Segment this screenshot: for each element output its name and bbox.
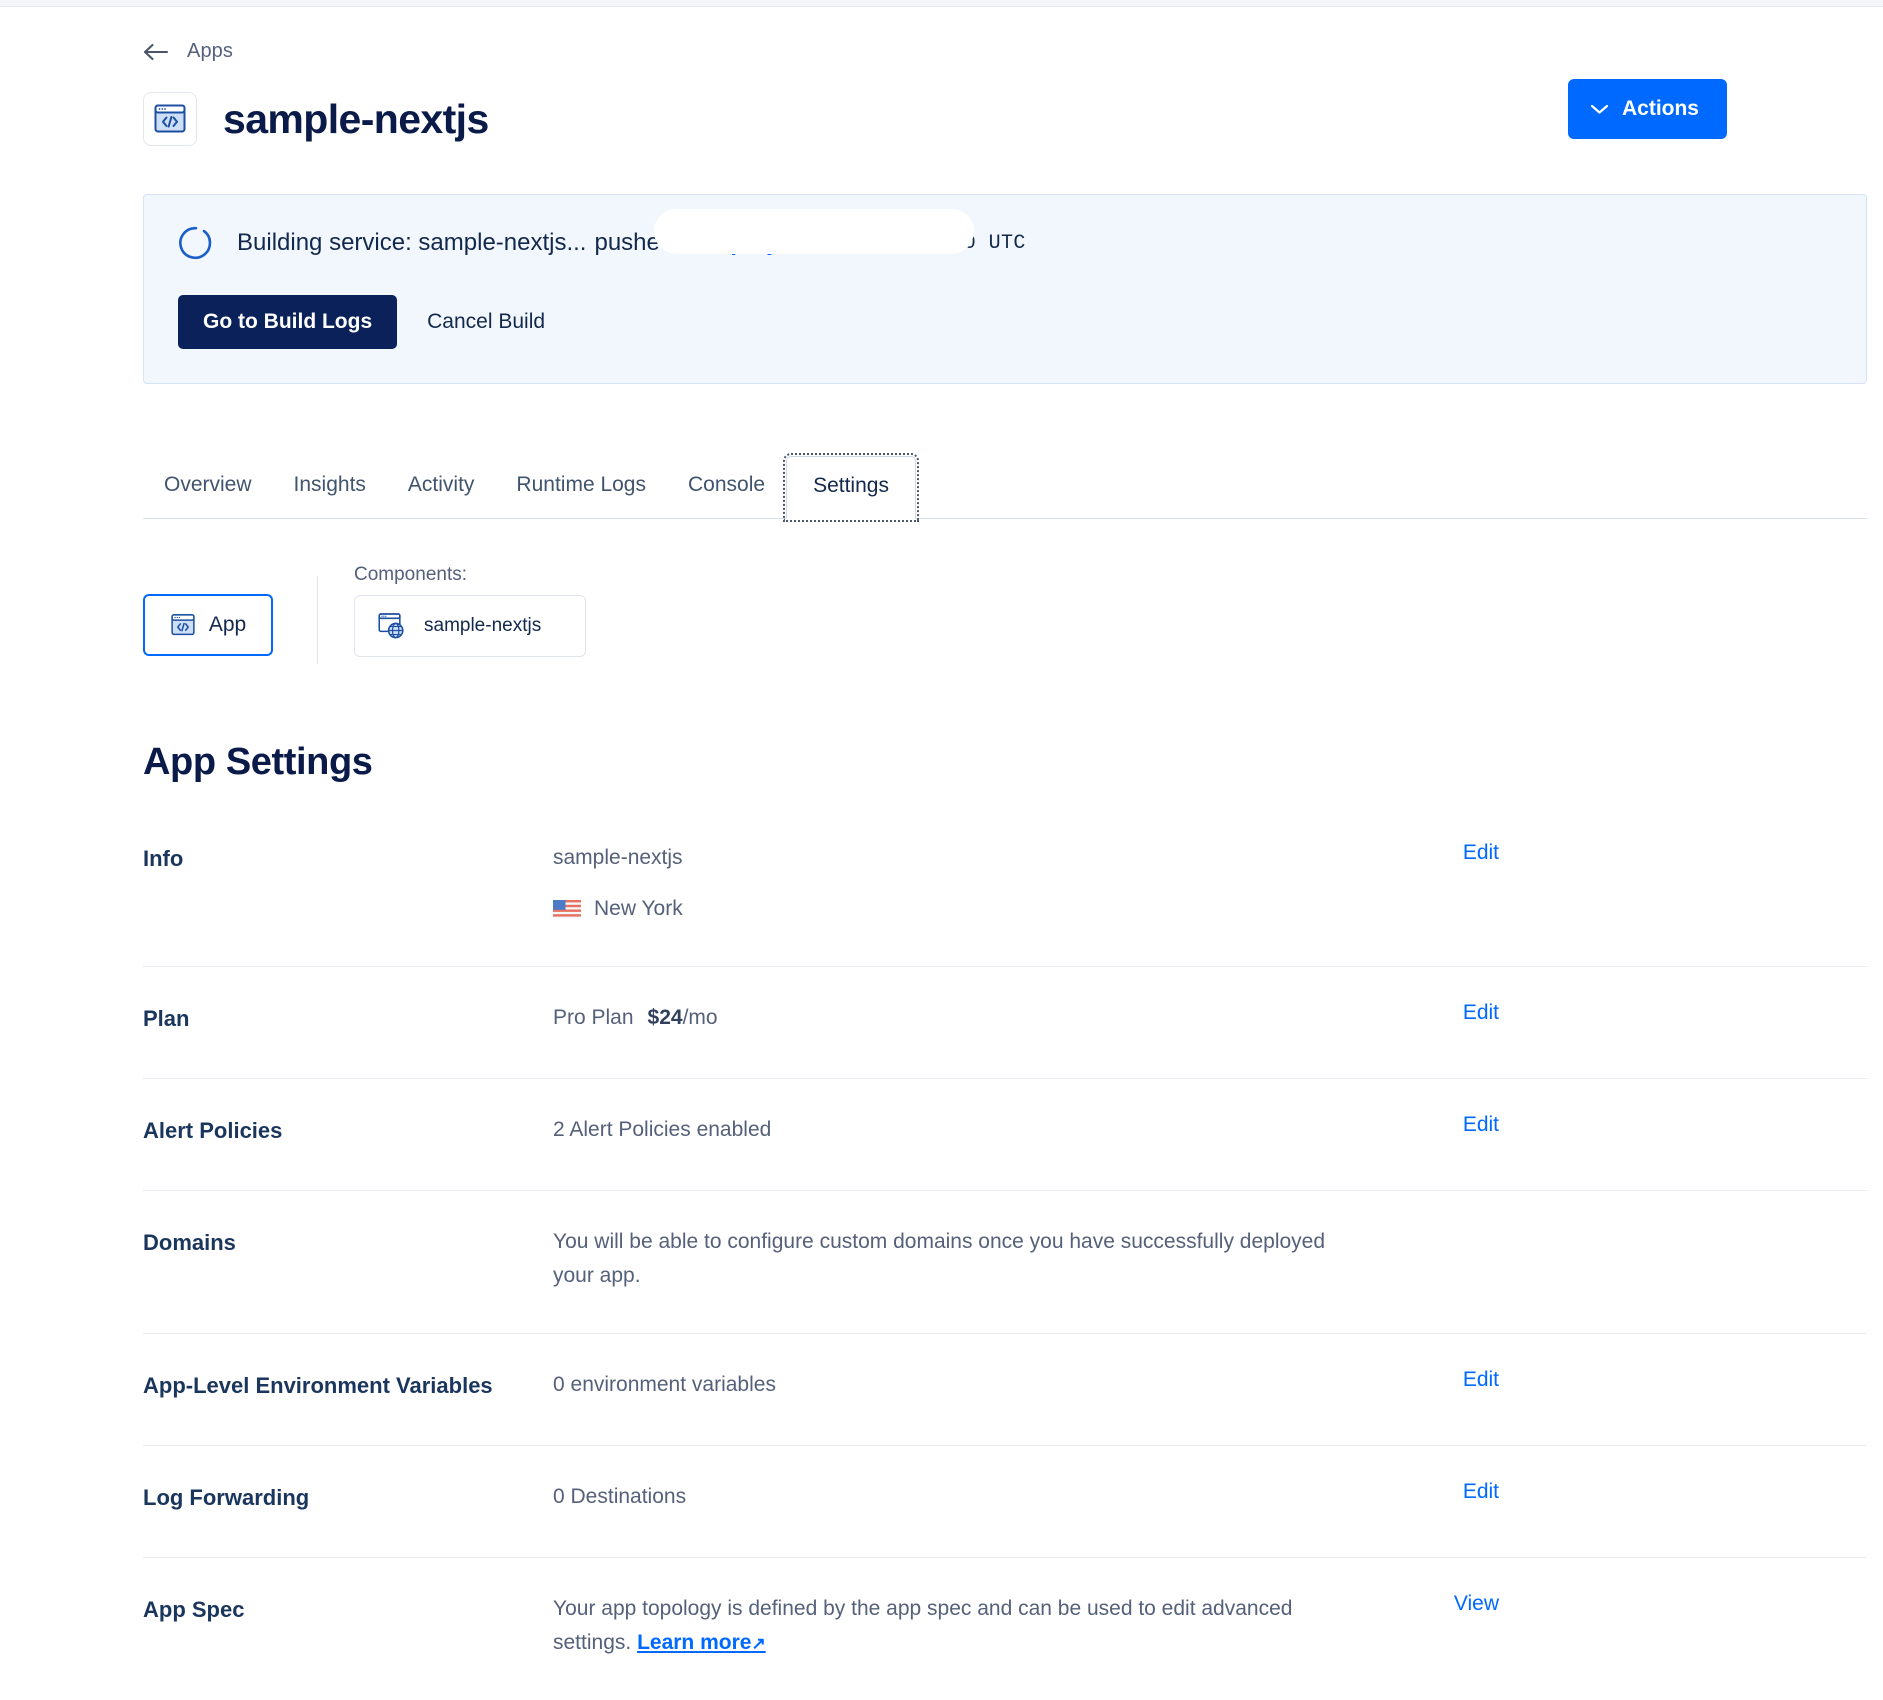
settings-row-label: Log Forwarding — [143, 1485, 310, 1511]
edit-alert-policies-link[interactable]: Edit — [1463, 1113, 1499, 1136]
external-link-icon: ↗ — [751, 1634, 766, 1654]
window-top-strip — [0, 0, 1883, 7]
learn-more-link[interactable]: Learn more↗ — [637, 1631, 766, 1654]
page-root: Apps sample-nextjs Actions Building serv… — [0, 7, 1883, 1700]
plan-period: /mo — [682, 1006, 718, 1030]
build-status-banner: Building service: sample-nextjs... pushe… — [143, 194, 1867, 384]
settings-row-label: App Spec — [143, 1597, 245, 1623]
cancel-build-button[interactable]: Cancel Build — [427, 310, 545, 334]
settings-row-info: Info sample-nextjs New York Edit — [143, 819, 1867, 966]
settings-row-label: App-Level Environment Variables — [143, 1373, 493, 1399]
settings-list: Info sample-nextjs New York Edit Plan Pr… — [143, 819, 1867, 1700]
edit-log-forwarding-link[interactable]: Edit — [1463, 1480, 1499, 1503]
settings-section-title: App Settings — [143, 741, 373, 783]
app-scope-label: App — [208, 613, 247, 636]
arrow-left-icon — [143, 43, 169, 60]
settings-row-value: Pro Plan $24/mo — [553, 1001, 1353, 1038]
tab-insights[interactable]: Insights — [273, 473, 387, 518]
info-region-label: New York — [594, 897, 683, 921]
tab-settings[interactable]: Settings — [783, 453, 919, 522]
component-card-sample-nextjs[interactable]: sample-nextjs — [354, 595, 586, 657]
actions-button-label: Actions — [1621, 97, 1699, 120]
settings-row-value: Your app topology is defined by the app … — [553, 1592, 1353, 1660]
settings-row-value: You will be able to configure custom dom… — [553, 1230, 1326, 1288]
tab-activity[interactable]: Activity — [387, 473, 496, 518]
settings-row-action: Edit — [1353, 1480, 1513, 1517]
app-scope-card[interactable]: App — [143, 594, 273, 656]
components-bar: App Components: sample-nextjs — [143, 564, 1883, 668]
info-region: New York — [553, 892, 1353, 926]
settings-row-log-forwarding: Log Forwarding 0 Destinations Edit — [143, 1445, 1867, 1557]
us-flag-icon — [553, 899, 581, 919]
go-to-build-logs-button[interactable]: Go to Build Logs — [178, 295, 398, 349]
chevron-down-icon — [1590, 104, 1609, 114]
loading-spinner-icon — [179, 226, 212, 260]
settings-row-label: Info — [143, 846, 184, 871]
build-banner-actions: Go to Build Logs Cancel Build — [178, 295, 1832, 349]
components-group: Components: sample-nextjs — [354, 564, 586, 657]
settings-row-action: Edit — [1353, 1001, 1513, 1038]
build-status-line: Building service: sample-nextjs... pushe… — [178, 225, 1832, 261]
code-window-icon — [154, 104, 186, 133]
settings-row-label: Alert Policies — [143, 1118, 283, 1144]
edit-info-link[interactable]: Edit — [1463, 841, 1499, 864]
settings-row-label: Plan — [143, 1006, 190, 1032]
settings-row-domains: Domains You will be able to configure cu… — [143, 1190, 1867, 1333]
breadcrumb-label: Apps — [187, 40, 233, 62]
vertical-divider — [317, 576, 318, 664]
settings-row-action: Edit — [1353, 1368, 1513, 1405]
settings-row-plan: Plan Pro Plan $24/mo Edit — [143, 966, 1867, 1078]
learn-more-label: Learn more — [637, 1631, 752, 1655]
settings-row-action: View — [1353, 1592, 1513, 1660]
settings-row-value: 0 environment variables — [553, 1373, 776, 1397]
settings-row-label: Domains — [143, 1230, 236, 1256]
component-card-label: sample-nextjs — [424, 615, 542, 636]
settings-row-value: sample-nextjs New York — [553, 841, 1353, 926]
redacted-author-region — [654, 209, 974, 254]
settings-row-alert-policies: Alert Policies 2 Alert Policies enabled … — [143, 1078, 1867, 1190]
plan-name: Pro Plan — [553, 1006, 634, 1030]
settings-row-value: 0 Destinations — [553, 1485, 687, 1509]
edit-env-vars-link[interactable]: Edit — [1463, 1368, 1499, 1391]
settings-row-action — [1353, 1225, 1513, 1293]
tab-console[interactable]: Console — [667, 473, 786, 518]
settings-row-app-spec: App Spec Your app topology is defined by… — [143, 1557, 1867, 1700]
plan-price: $24 — [647, 1006, 683, 1030]
actions-button[interactable]: Actions — [1567, 79, 1727, 139]
globe-window-icon — [378, 613, 404, 639]
info-app-name: sample-nextjs — [553, 846, 683, 869]
edit-plan-link[interactable]: Edit — [1463, 1001, 1499, 1024]
app-icon — [143, 92, 197, 146]
app-title-row: sample-nextjs Actions — [143, 79, 1743, 146]
components-label: Components: — [354, 564, 468, 585]
breadcrumb[interactable]: Apps — [143, 40, 343, 63]
code-window-icon — [171, 614, 195, 636]
settings-row-value: 2 Alert Policies enabled — [553, 1118, 772, 1142]
settings-row-env-vars: App-Level Environment Variables 0 enviro… — [143, 1333, 1867, 1445]
tab-runtime-logs[interactable]: Runtime Logs — [495, 473, 667, 518]
tab-overview[interactable]: Overview — [143, 473, 273, 518]
settings-row-action: Edit — [1353, 1113, 1513, 1150]
build-status-text: Building service: sample-nextjs... — [237, 229, 587, 256]
tab-bar: Overview Insights Activity Runtime Logs … — [143, 453, 1867, 522]
view-app-spec-link[interactable]: View — [1454, 1592, 1499, 1615]
page-title: sample-nextjs — [223, 95, 489, 142]
settings-row-action: Edit — [1353, 841, 1513, 926]
